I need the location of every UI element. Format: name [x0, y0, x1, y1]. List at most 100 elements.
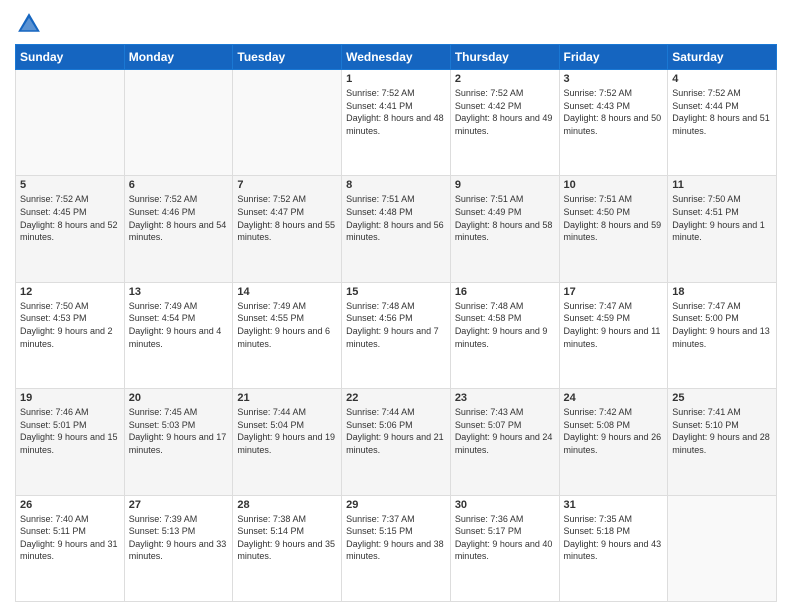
day-number: 22: [346, 392, 446, 404]
day-info: Sunrise: 7:41 AMSunset: 5:10 PMDaylight:…: [672, 406, 772, 456]
day-info: Sunrise: 7:45 AMSunset: 5:03 PMDaylight:…: [129, 406, 229, 456]
day-number: 21: [237, 392, 337, 404]
day-number: 12: [20, 286, 120, 298]
day-number: 14: [237, 286, 337, 298]
day-number: 13: [129, 286, 229, 298]
day-info: Sunrise: 7:51 AMSunset: 4:48 PMDaylight:…: [346, 193, 446, 243]
weekday-header: Saturday: [668, 45, 777, 70]
header: [15, 10, 777, 38]
day-number: 31: [564, 499, 664, 511]
calendar-day-cell: 27 Sunrise: 7:39 AMSunset: 5:13 PMDayligh…: [124, 495, 233, 601]
calendar-day-cell: 26Sunrise: 7:40 AMSunset: 5:11 PMDayligh…: [16, 495, 125, 601]
day-number: 9: [455, 179, 555, 191]
calendar-week-row: 19 Sunrise: 7:46 AMSunset: 5:01 PMDayligh…: [16, 389, 777, 495]
day-number: 25: [672, 392, 772, 404]
calendar-day-cell: 3 Sunrise: 7:52 AMSunset: 4:43 PMDaylight…: [559, 70, 668, 176]
calendar-day-cell: 21 Sunrise: 7:44 AMSunset: 5:04 PMDayligh…: [233, 389, 342, 495]
calendar-week-row: 1 Sunrise: 7:52 AMSunset: 4:41 PMDaylight…: [16, 70, 777, 176]
weekday-header: Sunday: [16, 45, 125, 70]
calendar-week-row: 5 Sunrise: 7:52 AMSunset: 4:45 PMDaylight…: [16, 176, 777, 282]
day-info: Sunrise: 7:46 AMSunset: 5:01 PMDaylight:…: [20, 406, 120, 456]
calendar-day-cell: 13 Sunrise: 7:49 AMSunset: 4:54 PMDayligh…: [124, 282, 233, 388]
calendar-day-cell: 11 Sunrise: 7:50 AMSunset: 4:51 PMDayligh…: [668, 176, 777, 282]
day-info: Sunrise: 7:47 AMSunset: 5:00 PMDaylight:…: [672, 300, 772, 350]
day-info: Sunrise: 7:35 AMSunset: 5:18 PMDaylight:…: [564, 513, 664, 563]
weekday-header: Wednesday: [342, 45, 451, 70]
day-number: 24: [564, 392, 664, 404]
calendar-week-row: 12 Sunrise: 7:50 AMSunset: 4:53 PMDayligh…: [16, 282, 777, 388]
calendar-day-cell: 16Sunrise: 7:48 AMSunset: 4:58 PMDayligh…: [450, 282, 559, 388]
day-info: Sunrise: 7:52 AMSunset: 4:45 PMDaylight:…: [20, 193, 120, 243]
day-info: Sunrise: 7:44 AMSunset: 5:04 PMDaylight:…: [237, 406, 337, 456]
day-info: Sunrise: 7:51 AMSunset: 4:49 PMDaylight:…: [455, 193, 555, 243]
day-info: Sunrise: 7:52 AMSunset: 4:42 PMDaylight:…: [455, 87, 555, 137]
day-number: 15: [346, 286, 446, 298]
calendar-day-cell: 20 Sunrise: 7:45 AMSunset: 5:03 PMDayligh…: [124, 389, 233, 495]
calendar-day-cell: 24 Sunrise: 7:42 AMSunset: 5:08 PMDayligh…: [559, 389, 668, 495]
day-info: Sunrise: 7:52 AMSunset: 4:44 PMDaylight:…: [672, 87, 772, 137]
calendar-header-row: SundayMondayTuesdayWednesdayThursdayFrid…: [16, 45, 777, 70]
day-info: Sunrise: 7:38 AMSunset: 5:14 PMDaylight:…: [237, 513, 337, 563]
day-info: Sunrise: 7:37 AMSunset: 5:15 PMDaylight:…: [346, 513, 446, 563]
logo-icon: [15, 10, 43, 38]
day-info: Sunrise: 7:50 AMSunset: 4:51 PMDaylight:…: [672, 193, 772, 243]
day-number: 20: [129, 392, 229, 404]
day-number: 27: [129, 499, 229, 511]
calendar-day-cell: 23 Sunrise: 7:43 AMSunset: 5:07 PMDayligh…: [450, 389, 559, 495]
calendar-day-cell: 22 Sunrise: 7:44 AMSunset: 5:06 PMDayligh…: [342, 389, 451, 495]
day-number: 19: [20, 392, 120, 404]
day-number: 8: [346, 179, 446, 191]
day-number: 6: [129, 179, 229, 191]
day-number: 28: [237, 499, 337, 511]
day-number: 17: [564, 286, 664, 298]
calendar-day-cell: 14 Sunrise: 7:49 AMSunset: 4:55 PMDayligh…: [233, 282, 342, 388]
calendar-day-cell: 5 Sunrise: 7:52 AMSunset: 4:45 PMDaylight…: [16, 176, 125, 282]
calendar-day-cell: 9 Sunrise: 7:51 AMSunset: 4:49 PMDaylight…: [450, 176, 559, 282]
calendar-day-cell: 6 Sunrise: 7:52 AMSunset: 4:46 PMDaylight…: [124, 176, 233, 282]
day-info: Sunrise: 7:52 AMSunset: 4:46 PMDaylight:…: [129, 193, 229, 243]
day-info: Sunrise: 7:48 AMSunset: 4:56 PMDaylight:…: [346, 300, 446, 350]
day-number: 5: [20, 179, 120, 191]
calendar-day-cell: 10Sunrise: 7:51 AMSunset: 4:50 PMDayligh…: [559, 176, 668, 282]
day-number: 4: [672, 73, 772, 85]
day-info: Sunrise: 7:52 AMSunset: 4:47 PMDaylight:…: [237, 193, 337, 243]
day-info: Sunrise: 7:49 AMSunset: 4:54 PMDaylight:…: [129, 300, 229, 350]
page: SundayMondayTuesdayWednesdayThursdayFrid…: [0, 0, 792, 612]
calendar-day-cell: [124, 70, 233, 176]
logo: [15, 10, 47, 38]
day-number: 23: [455, 392, 555, 404]
calendar-day-cell: 15 Sunrise: 7:48 AMSunset: 4:56 PMDayligh…: [342, 282, 451, 388]
calendar-week-row: 26Sunrise: 7:40 AMSunset: 5:11 PMDayligh…: [16, 495, 777, 601]
day-number: 29: [346, 499, 446, 511]
calendar-day-cell: 7 Sunrise: 7:52 AMSunset: 4:47 PMDaylight…: [233, 176, 342, 282]
day-number: 1: [346, 73, 446, 85]
day-number: 3: [564, 73, 664, 85]
day-number: 26: [20, 499, 120, 511]
day-info: Sunrise: 7:50 AMSunset: 4:53 PMDaylight:…: [20, 300, 120, 350]
calendar-day-cell: 25 Sunrise: 7:41 AMSunset: 5:10 PMDayligh…: [668, 389, 777, 495]
calendar-day-cell: 28 Sunrise: 7:38 AMSunset: 5:14 PMDayligh…: [233, 495, 342, 601]
day-number: 18: [672, 286, 772, 298]
calendar-day-cell: 12 Sunrise: 7:50 AMSunset: 4:53 PMDayligh…: [16, 282, 125, 388]
calendar-day-cell: 29 Sunrise: 7:37 AMSunset: 5:15 PMDayligh…: [342, 495, 451, 601]
weekday-header: Thursday: [450, 45, 559, 70]
day-info: Sunrise: 7:43 AMSunset: 5:07 PMDaylight:…: [455, 406, 555, 456]
day-number: 7: [237, 179, 337, 191]
day-info: Sunrise: 7:39 AMSunset: 5:13 PMDaylight:…: [129, 513, 229, 563]
calendar-day-cell: 4 Sunrise: 7:52 AMSunset: 4:44 PMDaylight…: [668, 70, 777, 176]
day-info: Sunrise: 7:48 AMSunset: 4:58 PMDaylight:…: [455, 300, 555, 350]
day-info: Sunrise: 7:49 AMSunset: 4:55 PMDaylight:…: [237, 300, 337, 350]
day-info: Sunrise: 7:42 AMSunset: 5:08 PMDaylight:…: [564, 406, 664, 456]
calendar-day-cell: 30 Sunrise: 7:36 AMSunset: 5:17 PMDayligh…: [450, 495, 559, 601]
calendar-day-cell: [668, 495, 777, 601]
day-info: Sunrise: 7:36 AMSunset: 5:17 PMDaylight:…: [455, 513, 555, 563]
day-info: Sunrise: 7:44 AMSunset: 5:06 PMDaylight:…: [346, 406, 446, 456]
calendar-day-cell: 2Sunrise: 7:52 AMSunset: 4:42 PMDaylight…: [450, 70, 559, 176]
day-info: Sunrise: 7:52 AMSunset: 4:41 PMDaylight:…: [346, 87, 446, 137]
calendar-day-cell: 31 Sunrise: 7:35 AMSunset: 5:18 PMDayligh…: [559, 495, 668, 601]
day-number: 30: [455, 499, 555, 511]
day-number: 10: [564, 179, 664, 191]
day-info: Sunrise: 7:47 AMSunset: 4:59 PMDaylight:…: [564, 300, 664, 350]
day-number: 11: [672, 179, 772, 191]
day-info: Sunrise: 7:52 AMSunset: 4:43 PMDaylight:…: [564, 87, 664, 137]
